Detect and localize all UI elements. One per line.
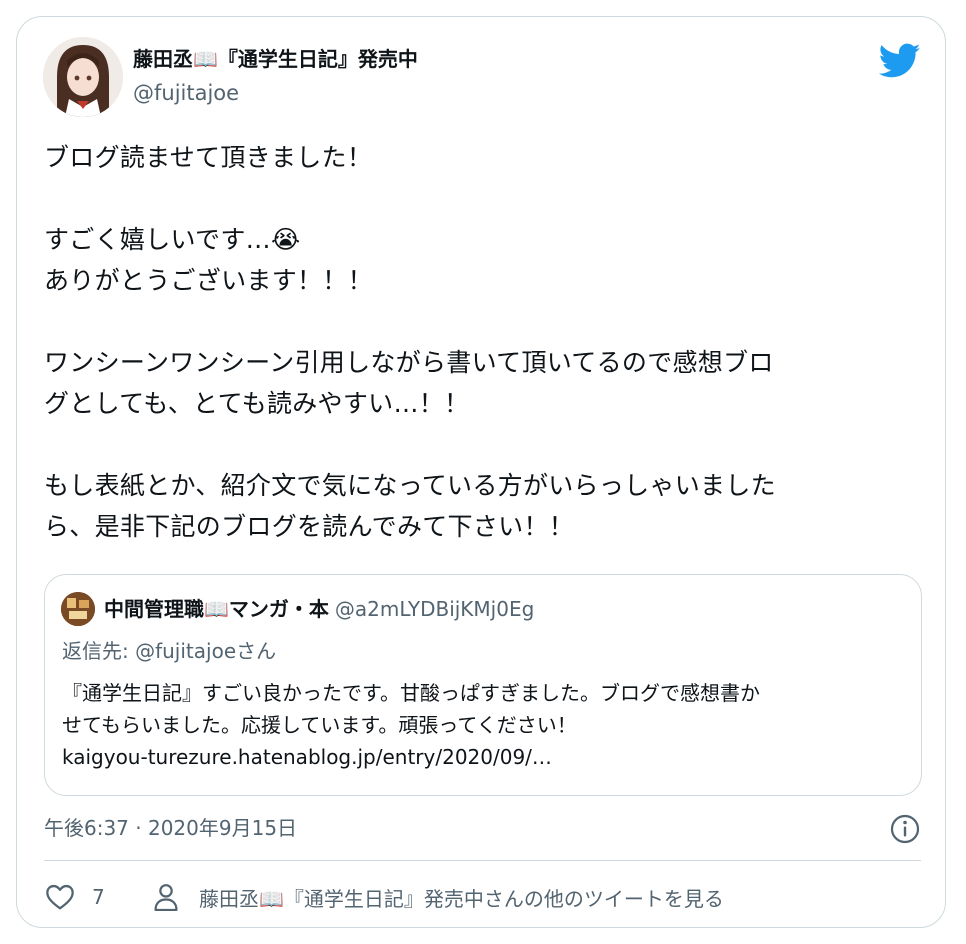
heart-icon (46, 884, 74, 910)
tweet-line: グとしても、とても読みやすい…！！ (44, 389, 470, 418)
quoted-author-handle: @a2mLYDBijKMj0Eg (334, 597, 535, 621)
quoted-text-line: 『通学生日記』すごい良かったです。甘酸っぱすぎました。ブログで感想書か (62, 681, 760, 705)
tweet-line: ら、是非下記のブログを読んでみて下さい！！ (44, 512, 575, 541)
person-icon (154, 884, 178, 912)
author-avatar[interactable] (43, 37, 123, 117)
quoted-tweet[interactable]: 中間管理職📖マンガ・本 @a2mLYDBijKMj0Eg 返信先: @fujita… (44, 574, 922, 796)
reply-to-label: 返信先: @fujitajoeさん (62, 639, 277, 663)
tweet-line: もし表紙とか、紹介文で気になっている方がいらっしゃいました (44, 471, 776, 500)
quoted-author[interactable]: 中間管理職📖マンガ・本 @a2mLYDBijKMj0Eg (104, 593, 534, 625)
more-tweets-label: 藤田丞📖『通学生日記』発売中さんの他のツイートを見る (199, 886, 724, 911)
author-name[interactable]: 藤田丞📖『通学生日記』発売中 (133, 43, 418, 75)
quoted-text-line: せてもらいました。応援しています。頑張ってください！ (62, 713, 577, 737)
like-count: 7 (92, 885, 105, 909)
divider (44, 860, 921, 861)
author-handle[interactable]: @fujitajoe (133, 77, 239, 109)
tweet-timestamp[interactable]: 午後6:37 · 2020年9月15日 (44, 812, 297, 844)
tweet-line: すごく嬉しいです…😭 (44, 225, 301, 254)
tweet-line: ありがとうございます！！！ (44, 266, 373, 295)
tweet-line: ワンシーンワンシーン引用しながら書いて頂いてるので感想ブロ (44, 348, 774, 377)
quoted-link[interactable]: kaigyou-turezure.hatenablog.jp/entry/202… (62, 741, 902, 773)
tweet-text: ブログ読ませて頂きました！ すごく嬉しいです…😭 ありがとうございます！！！ ワ… (44, 137, 924, 547)
quoted-author-name: 中間管理職📖マンガ・本 (104, 597, 329, 621)
tweet-card[interactable]: 藤田丞📖『通学生日記』発売中 @fujitajoe ブログ読ませて頂きました！ … (16, 16, 946, 928)
quoted-tweet-text: 『通学生日記』すごい良かったです。甘酸っぱすぎました。ブログで感想書か せてもら… (62, 677, 902, 773)
more-tweets-link[interactable]: 藤田丞📖『通学生日記』発売中さんの他のツイートを見る (151, 879, 724, 915)
like-button[interactable]: 7 (44, 879, 105, 915)
quoted-author-avatar[interactable] (61, 592, 95, 626)
info-icon[interactable] (889, 813, 921, 845)
tweet-line: ブログ読ませて頂きました！ (44, 143, 373, 172)
twitter-bird-icon[interactable] (879, 43, 921, 79)
